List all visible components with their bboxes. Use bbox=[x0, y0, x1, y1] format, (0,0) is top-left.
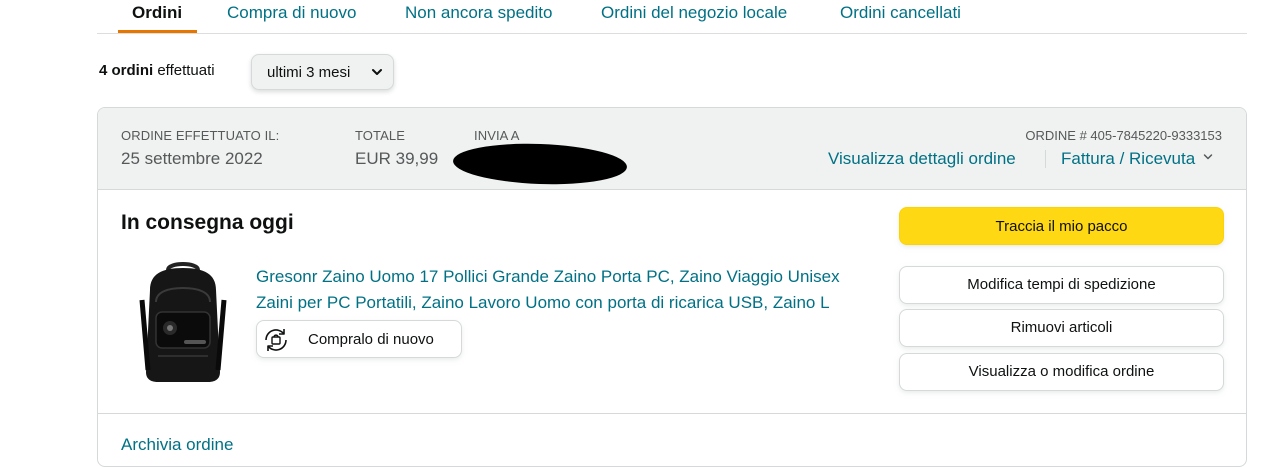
orders-count-suffix: effettuati bbox=[157, 62, 215, 79]
card-divider bbox=[98, 413, 1246, 414]
buy-again-label: Compralo di nuovo bbox=[308, 331, 434, 348]
backpack-product-image[interactable] bbox=[128, 260, 238, 385]
invoice-link-label: Fattura / Ricevuta bbox=[1061, 149, 1196, 168]
buy-again-button[interactable]: Compralo di nuovo bbox=[256, 320, 462, 358]
chevron-down-icon bbox=[1203, 154, 1213, 160]
archive-order-link[interactable]: Archivia ordine bbox=[121, 435, 233, 455]
tab-compra-di-nuovo[interactable]: Compra di nuovo bbox=[227, 3, 356, 23]
chevron-down-icon bbox=[372, 69, 382, 75]
order-date-value: 25 settembre 2022 bbox=[121, 149, 263, 168]
active-tab-underline bbox=[118, 30, 197, 33]
product-title-link[interactable]: Gresonr Zaino Uomo 17 Pollici Grande Zai… bbox=[256, 264, 876, 316]
track-package-button[interactable]: Traccia il mio pacco bbox=[899, 207, 1224, 245]
orders-count: 4 ordini bbox=[99, 62, 154, 79]
redacted-recipient bbox=[452, 140, 628, 188]
header-link-separator bbox=[1045, 150, 1046, 168]
tab-non-ancora-spedito[interactable]: Non ancora spedito bbox=[405, 3, 552, 23]
remove-items-button[interactable]: Rimuovi articoli bbox=[899, 309, 1224, 347]
time-range-dropdown[interactable]: ultimi 3 mesi bbox=[251, 54, 394, 90]
order-total-label: TOTALE bbox=[355, 128, 405, 143]
time-range-value: ultimi 3 mesi bbox=[267, 64, 351, 81]
view-edit-order-button[interactable]: Visualizza o modifica ordine bbox=[899, 353, 1224, 391]
delivery-status: In consegna oggi bbox=[121, 211, 294, 234]
order-date-label: ORDINE EFFETTUATO IL: bbox=[121, 128, 280, 143]
order-tabs: Ordini Compra di nuovo Non ancora spedit… bbox=[97, 0, 1247, 34]
tab-ordini-negozio-locale[interactable]: Ordini del negozio locale bbox=[601, 3, 787, 23]
invoice-dropdown[interactable]: Fattura / Ricevuta bbox=[1061, 149, 1213, 169]
orders-summary: 4 ordini effettuati bbox=[99, 62, 215, 79]
order-card-header: ORDINE EFFETTUATO IL: 25 settembre 2022 … bbox=[98, 108, 1246, 190]
tab-ordini[interactable]: Ordini bbox=[132, 3, 182, 23]
view-order-details-link[interactable]: Visualizza dettagli ordine bbox=[828, 149, 1016, 169]
order-card: ORDINE EFFETTUATO IL: 25 settembre 2022 … bbox=[97, 107, 1247, 467]
order-total-value: EUR 39,99 bbox=[355, 149, 439, 168]
tab-ordini-cancellati[interactable]: Ordini cancellati bbox=[840, 3, 961, 23]
change-delivery-button[interactable]: Modifica tempi di spedizione bbox=[899, 266, 1224, 304]
order-number: ORDINE # 405-7845220-9333153 bbox=[1025, 128, 1222, 143]
rebuy-icon bbox=[265, 329, 287, 351]
ship-to-label: INVIA A bbox=[474, 128, 520, 143]
